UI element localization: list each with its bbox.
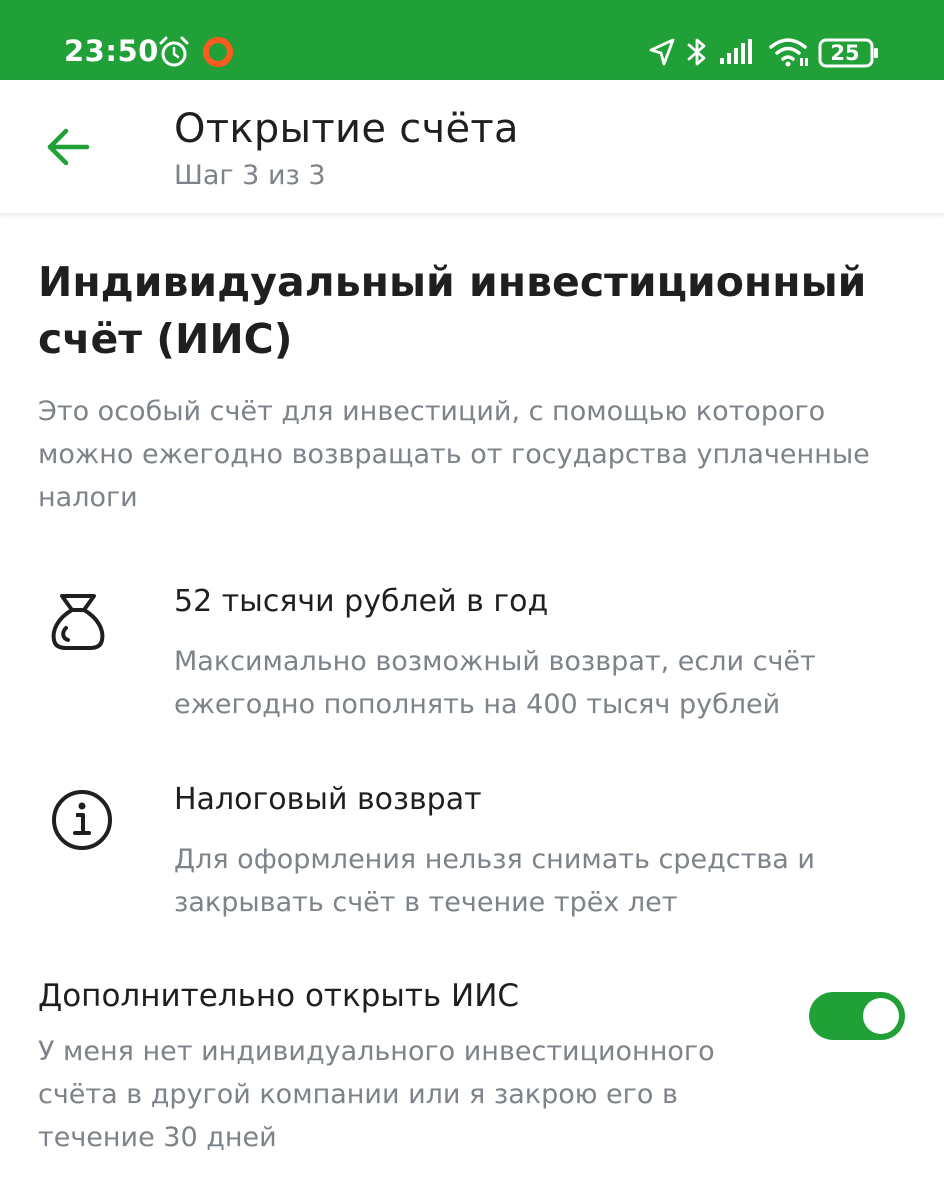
toggle-knob	[863, 998, 899, 1034]
feature-title: Налоговый возврат	[174, 782, 482, 817]
arrow-left-icon[interactable]	[42, 124, 92, 170]
open-iis-option-title: Дополнительно открыть ИИС	[38, 978, 520, 1014]
bluetooth-icon	[687, 38, 706, 66]
signal-icon	[720, 39, 752, 64]
info-icon	[52, 790, 112, 850]
money-bag-icon	[51, 594, 105, 650]
location-arrow-icon	[649, 38, 675, 66]
status-bar: 23:50 25	[0, 0, 944, 80]
battery-level: 25	[830, 41, 860, 65]
ring-icon	[203, 37, 233, 67]
account-title: Индивидуальный инвестиционный счёт (ИИС)	[38, 258, 867, 363]
status-time: 23:50	[64, 34, 159, 68]
app-bar: Открытие счёта Шаг 3 из 3	[0, 80, 944, 214]
feature-description: Максимально возможный возврат, если счёт…	[174, 646, 816, 720]
step-indicator: Шаг 3 из 3	[174, 160, 326, 191]
account-description: Это особый счёт для инвестиций, с помощь…	[38, 396, 870, 513]
feature-title: 52 тысячи рублей в год	[174, 584, 549, 619]
wifi-icon	[769, 38, 808, 67]
feature-description: Для оформления нельзя снимать средства и…	[174, 844, 815, 918]
battery-icon: 25	[818, 38, 880, 68]
alarm-icon	[159, 36, 189, 67]
open-iis-toggle[interactable]	[809, 992, 905, 1040]
page-title: Открытие счёта	[174, 106, 519, 152]
open-iis-option-description: У меня нет индивидуального инвестиционно…	[38, 1036, 715, 1153]
